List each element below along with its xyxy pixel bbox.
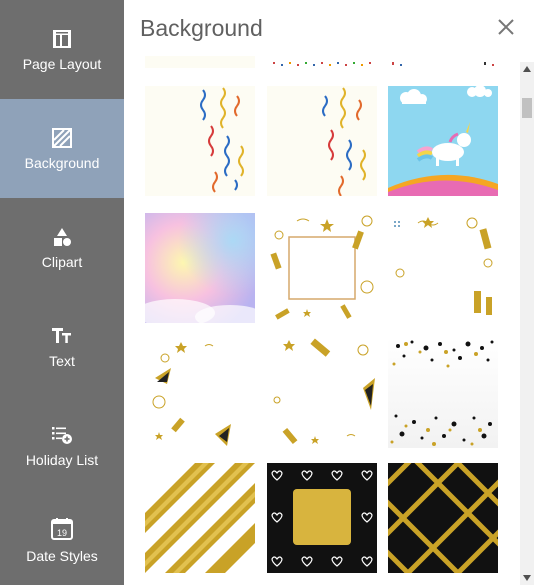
sidebar-item-label: Text — [49, 352, 75, 369]
background-thumbnail[interactable] — [388, 463, 498, 573]
sidebar-item-text[interactable]: Text — [0, 297, 124, 396]
background-thumbnail[interactable] — [145, 213, 255, 323]
page-layout-icon — [51, 28, 73, 50]
sidebar-item-label: Page Layout — [22, 55, 102, 72]
background-thumbnail[interactable] — [267, 463, 377, 573]
background-thumbnail[interactable] — [388, 56, 498, 68]
clipart-icon — [51, 226, 73, 248]
background-thumbnail[interactable] — [145, 86, 255, 196]
sidebar: Page Layout Background Clipart Text Holi — [0, 0, 124, 585]
text-icon — [51, 325, 73, 347]
sidebar-item-label: Background — [24, 154, 100, 171]
close-icon — [498, 19, 514, 35]
close-button[interactable] — [494, 15, 518, 39]
sidebar-item-date-styles[interactable]: 19 Date Styles — [0, 495, 124, 585]
app-window: Page Layout Background Clipart Text Holi — [0, 0, 542, 585]
background-thumbnail[interactable] — [388, 213, 498, 323]
sidebar-item-label: Date Styles — [26, 548, 98, 564]
sidebar-item-background[interactable]: Background — [0, 99, 124, 198]
background-thumbnail[interactable] — [267, 338, 377, 448]
background-thumbnail[interactable] — [145, 463, 255, 573]
sidebar-item-holiday-list[interactable]: Holiday List — [0, 396, 124, 495]
background-thumbnail[interactable] — [145, 56, 255, 68]
background-icon — [51, 127, 73, 149]
holiday-list-icon — [51, 424, 73, 446]
background-thumbnail[interactable] — [388, 338, 498, 448]
scroll-up-arrow-icon[interactable] — [520, 62, 534, 76]
background-thumbnail[interactable] — [267, 56, 377, 68]
scroll-down-arrow-icon[interactable] — [520, 571, 534, 585]
background-thumbnail[interactable] — [388, 86, 498, 196]
date-badge: 19 — [57, 528, 67, 538]
sidebar-item-label: Clipart — [41, 253, 83, 270]
panel-title: Background — [140, 15, 263, 41]
scrollbar-thumb[interactable] — [522, 98, 532, 118]
background-thumbnail[interactable] — [145, 338, 255, 448]
date-styles-icon: 19 — [49, 516, 75, 542]
vertical-scrollbar[interactable] — [520, 62, 534, 585]
background-thumbnail[interactable] — [267, 213, 377, 323]
background-panel: Background — [124, 0, 542, 585]
sidebar-item-label: Holiday List — [25, 451, 99, 468]
background-grid — [134, 56, 518, 585]
sidebar-item-page-layout[interactable]: Page Layout — [0, 0, 124, 99]
background-thumbnail[interactable] — [267, 86, 377, 196]
sidebar-item-clipart[interactable]: Clipart — [0, 198, 124, 297]
